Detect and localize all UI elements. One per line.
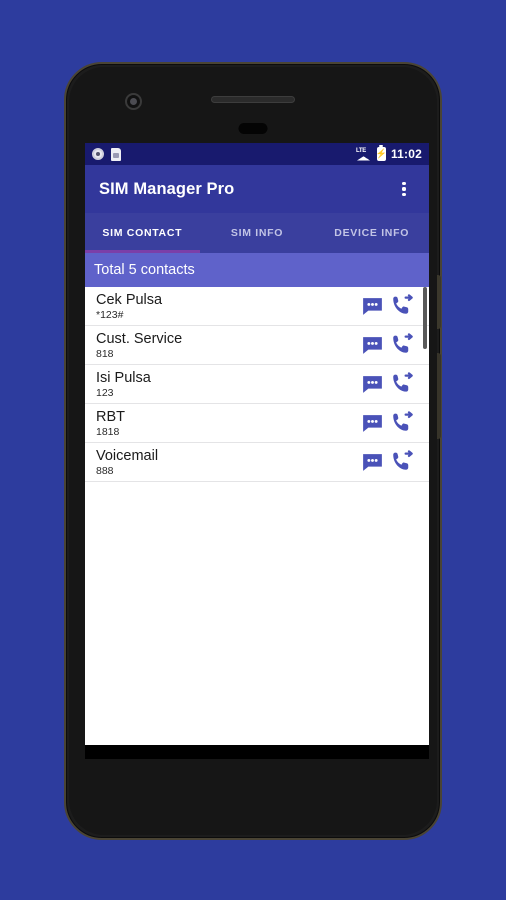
table-row[interactable]: Cust. Service 818: [85, 326, 429, 365]
row-action-group: [360, 332, 429, 358]
app-bar: SIM Manager Pro: [85, 165, 429, 213]
row-action-group: [360, 293, 429, 319]
front-camera-icon: [125, 93, 142, 110]
tab-device-info[interactable]: DEVICE INFO: [314, 213, 429, 253]
table-row[interactable]: RBT 1818: [85, 404, 429, 443]
tab-bar: SIM CONTACT SIM INFO DEVICE INFO: [85, 213, 429, 253]
overflow-dot: [402, 187, 406, 191]
status-bar-left-icons: [92, 147, 121, 161]
overflow-dot: [402, 193, 406, 197]
contact-text-block: Cek Pulsa *123#: [96, 292, 360, 321]
contact-number: 888: [96, 464, 114, 477]
contact-name: RBT: [96, 408, 125, 425]
contact-list[interactable]: Cek Pulsa *123# Cust. Service 818 Isi Pu…: [85, 287, 429, 745]
phone-bezel: LTE ⚡ 11:02 SIM Manager Pro SIM CONTACT …: [69, 67, 441, 835]
contact-number: 1818: [96, 425, 120, 438]
sms-message-icon[interactable]: [360, 372, 385, 397]
overflow-dot: [402, 181, 406, 185]
list-scrollbar[interactable]: [423, 287, 427, 349]
volume-button[interactable]: [437, 353, 441, 439]
overflow-menu-icon[interactable]: [393, 174, 415, 204]
tab-sim-contact[interactable]: SIM CONTACT: [85, 213, 200, 253]
android-nav-bar: [85, 745, 429, 759]
table-row[interactable]: Voicemail 888: [85, 443, 429, 482]
call-forward-icon[interactable]: [390, 293, 415, 319]
phone-device-frame: LTE ⚡ 11:02 SIM Manager Pro SIM CONTACT …: [64, 62, 442, 840]
charging-bolt-icon: ⚡: [375, 148, 388, 159]
lte-label: LTE: [355, 147, 366, 154]
phone-screen: LTE ⚡ 11:02 SIM Manager Pro SIM CONTACT …: [85, 143, 429, 759]
table-row[interactable]: Isi Pulsa 123: [85, 365, 429, 404]
total-contacts-bar: Total 5 contacts: [85, 253, 429, 287]
call-forward-icon[interactable]: [390, 449, 415, 475]
contact-number: 123: [96, 386, 114, 399]
sms-message-icon[interactable]: [360, 294, 385, 319]
contact-name: Cust. Service: [96, 330, 183, 347]
call-forward-icon[interactable]: [390, 371, 415, 397]
battery-charging-icon: ⚡: [375, 147, 388, 161]
tab-sim-info[interactable]: SIM INFO: [200, 213, 315, 253]
contact-name: Voicemail: [96, 447, 159, 464]
contact-number: *123#: [96, 308, 124, 321]
contact-text-block: Isi Pulsa 123: [96, 370, 360, 399]
record-circle-icon: [92, 148, 104, 160]
sms-message-icon[interactable]: [360, 450, 385, 475]
proximity-sensor: [238, 123, 268, 134]
contact-name: Cek Pulsa: [96, 291, 163, 308]
power-button[interactable]: [437, 275, 441, 329]
status-bar-right-icons: LTE ⚡ 11:02: [356, 147, 422, 161]
page-title: SIM Manager Pro: [99, 179, 235, 198]
row-action-group: [360, 449, 429, 475]
contact-text-block: Cust. Service 818: [96, 331, 360, 360]
table-row[interactable]: Cek Pulsa *123#: [85, 287, 429, 326]
call-forward-icon[interactable]: [390, 410, 415, 436]
status-bar-clock: 11:02: [390, 147, 422, 161]
contact-text-block: RBT 1818: [96, 409, 360, 438]
status-bar: LTE ⚡ 11:02: [85, 143, 429, 165]
row-action-group: [360, 410, 429, 436]
contact-number: 818: [96, 347, 114, 360]
lte-signal-icon: LTE: [356, 148, 372, 161]
sms-message-icon[interactable]: [360, 333, 385, 358]
call-forward-icon[interactable]: [390, 332, 415, 358]
sim-card-icon: [111, 147, 121, 161]
row-action-group: [360, 371, 429, 397]
contact-text-block: Voicemail 888: [96, 448, 360, 477]
contact-name: Isi Pulsa: [96, 369, 151, 386]
sms-message-icon[interactable]: [360, 411, 385, 436]
earpiece-speaker: [211, 96, 295, 103]
